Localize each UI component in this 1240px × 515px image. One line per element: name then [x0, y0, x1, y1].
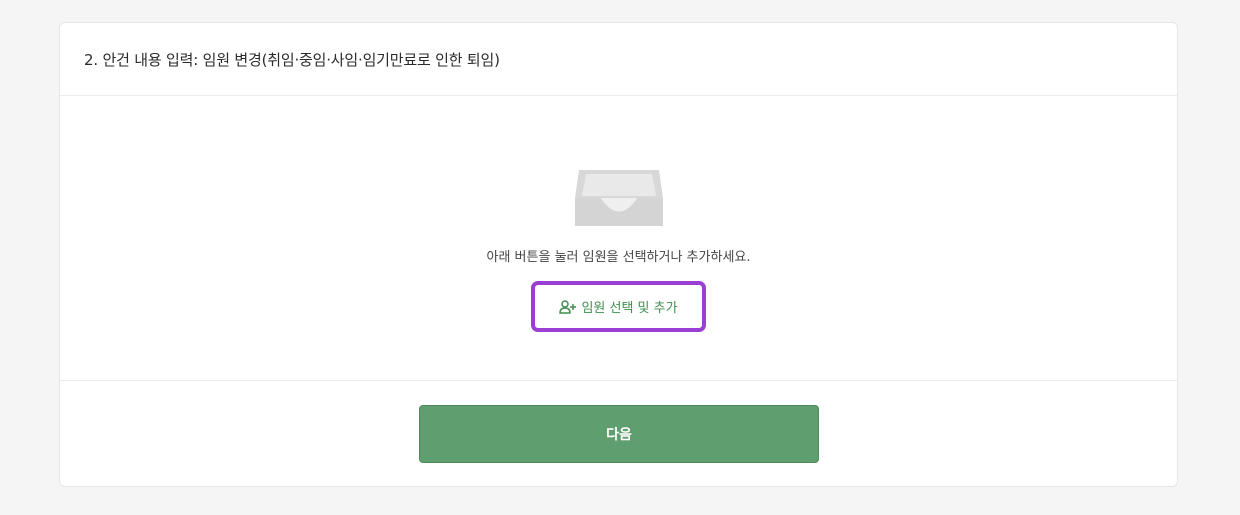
page-top-strip — [0, 0, 1240, 12]
card-header: 2. 안건 내용 입력: 임원 변경(취임·중임·사임·임기만료로 인한 퇴임) — [60, 23, 1177, 96]
select-add-officer-button[interactable]: 임원 선택 및 추가 — [531, 281, 706, 332]
select-add-officer-label: 임원 선택 및 추가 — [581, 301, 678, 316]
next-button-label: 다음 — [606, 427, 632, 443]
card-footer: 다음 — [60, 381, 1177, 486]
inbox-tray-icon — [575, 170, 663, 226]
empty-state-message: 아래 버튼을 눌러 임원을 선택하거나 추가하세요. — [486, 250, 751, 265]
agenda-card: 2. 안건 내용 입력: 임원 변경(취임·중임·사임·임기만료로 인한 퇴임)… — [59, 22, 1178, 487]
next-button[interactable]: 다음 — [419, 405, 819, 463]
empty-state-area: 아래 버튼을 눌러 임원을 선택하거나 추가하세요. 임원 선택 및 추가 — [60, 96, 1177, 381]
user-plus-icon — [559, 299, 577, 314]
section-title: 2. 안건 내용 입력: 임원 변경(취임·중임·사임·임기만료로 인한 퇴임) — [84, 50, 500, 69]
